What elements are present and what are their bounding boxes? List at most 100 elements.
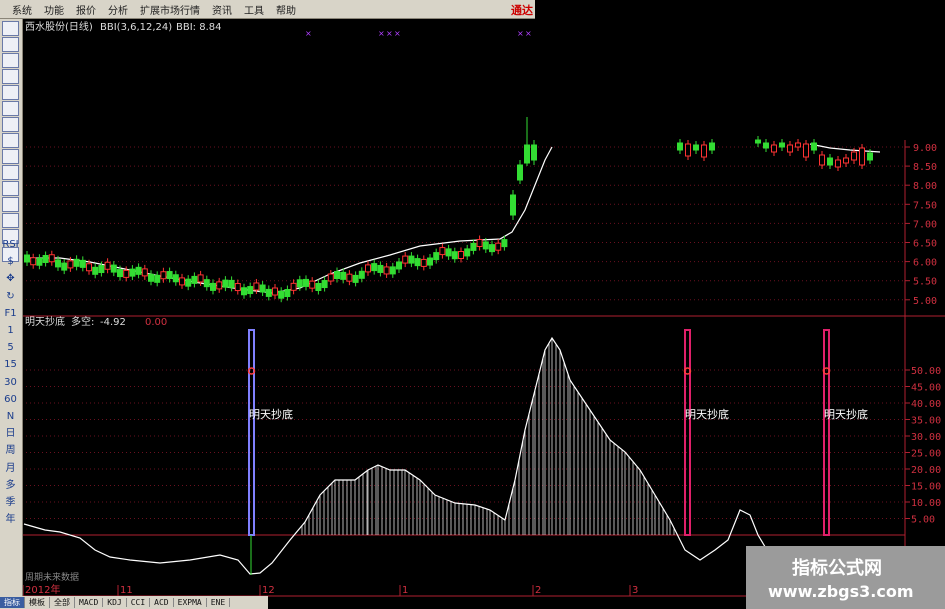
- chart-icon[interactable]: [2, 21, 19, 36]
- candle-body: [98, 265, 105, 274]
- candle-body: [371, 263, 378, 272]
- indicator-tick-label: 35.00: [911, 416, 941, 427]
- candle-body: [458, 250, 464, 259]
- candle-body: [476, 239, 483, 248]
- candle-body: [408, 255, 415, 264]
- toolbar-item[interactable]: N: [2, 409, 19, 424]
- candle-body: [451, 251, 458, 260]
- menu-system[interactable]: 系统: [12, 2, 32, 17]
- candle-body: [110, 264, 117, 273]
- tab-expma[interactable]: EXPMA: [174, 598, 207, 607]
- menu-bar: 系统 功能 报价 分析 扩展市场行情 资讯 工具 帮助 通达: [0, 0, 535, 19]
- price-tick-label: 5.00: [913, 296, 937, 307]
- candle-body: [216, 281, 223, 290]
- tab-all[interactable]: 全部: [50, 597, 75, 608]
- toolbar-item[interactable]: F1: [2, 306, 19, 321]
- tab-kdj[interactable]: KDJ: [103, 598, 127, 607]
- toolbar-item[interactable]: 30: [2, 375, 19, 390]
- candle-body: [501, 239, 508, 248]
- candle-body: [439, 247, 446, 256]
- tab-acd[interactable]: ACD: [150, 598, 174, 607]
- candle-body: [67, 260, 74, 269]
- chart-icon[interactable]: [2, 213, 19, 228]
- price-tick-label: 8.50: [913, 162, 937, 173]
- candle-body: [524, 144, 530, 164]
- indicator-name: BBI(3,6,12,24): [100, 22, 172, 33]
- chart-icon[interactable]: [2, 69, 19, 84]
- x-tick-label: 2012年: [25, 583, 60, 596]
- price-tick-label: 9.00: [913, 143, 937, 154]
- candle-body: [321, 280, 328, 289]
- price-tick-label: 8.00: [913, 181, 937, 192]
- menu-extended-market[interactable]: 扩展市场行情: [140, 2, 200, 17]
- menu-analysis[interactable]: 分析: [108, 2, 128, 17]
- x-tick-label: 3: [632, 585, 638, 596]
- indicator-tick-label: 20.00: [911, 465, 941, 476]
- candle-body: [290, 282, 297, 291]
- candle-body: [303, 278, 309, 287]
- candle-body: [819, 154, 825, 166]
- toolbar-item[interactable]: ↻: [2, 289, 19, 304]
- candle-body: [166, 271, 173, 280]
- metric-label: 多空:: [71, 315, 94, 328]
- tab-macd[interactable]: MACD: [75, 598, 104, 607]
- toolbar-item[interactable]: 多: [2, 478, 19, 493]
- toolbar-item[interactable]: 60: [2, 392, 19, 407]
- menu-tools[interactable]: 工具: [244, 2, 264, 17]
- toolbar-item[interactable]: ✥: [2, 271, 19, 286]
- signal-label: 明天抄底: [249, 407, 293, 421]
- toolbar-item[interactable]: 年: [2, 512, 19, 527]
- chart-icon[interactable]: [2, 181, 19, 196]
- toolbar-item[interactable]: 1: [2, 323, 19, 338]
- toolbar-item[interactable]: 季: [2, 495, 19, 510]
- menu-news[interactable]: 资讯: [212, 2, 232, 17]
- toolbar-item[interactable]: 月: [2, 461, 19, 476]
- menu-help[interactable]: 帮助: [276, 2, 296, 17]
- chart-icon[interactable]: [2, 117, 19, 132]
- candle-body: [851, 151, 857, 161]
- candle-body: [197, 274, 204, 283]
- blank-region: [535, 0, 945, 140]
- candle-body: [154, 274, 161, 283]
- tab-template[interactable]: 模板: [25, 597, 50, 608]
- second-value: 0.00: [145, 317, 167, 328]
- tab-indicator[interactable]: 指标: [0, 597, 25, 608]
- toolbar-item[interactable]: 15: [2, 357, 19, 372]
- chart-icon[interactable]: [2, 165, 19, 180]
- toolbar-item[interactable]: $: [2, 254, 19, 269]
- toolbar-item[interactable]: 周: [2, 443, 19, 458]
- indicator-tick-label: 50.00: [911, 366, 941, 377]
- candle-body: [234, 283, 241, 292]
- chart-icon[interactable]: [2, 53, 19, 68]
- tab-ene[interactable]: ENE: [207, 598, 231, 607]
- menu-quote[interactable]: 报价: [76, 2, 96, 17]
- indicator-tick-label: 40.00: [911, 399, 941, 410]
- chart-icon[interactable]: [2, 149, 19, 164]
- indicator-tick-label: 25.00: [911, 449, 941, 460]
- watermark-title: 指标公式网: [792, 558, 882, 579]
- candle-body: [420, 258, 427, 267]
- candle-body: [309, 280, 316, 289]
- candle-body: [358, 270, 365, 279]
- chart-icon[interactable]: [2, 37, 19, 52]
- toolbar-item[interactable]: 5: [2, 340, 19, 355]
- menu-function[interactable]: 功能: [44, 2, 64, 17]
- chart-icon[interactable]: [2, 197, 19, 212]
- chart-icon[interactable]: [2, 101, 19, 116]
- candle-body: [48, 254, 55, 263]
- toolbar-item[interactable]: 日: [2, 426, 19, 441]
- candle-body: [445, 248, 452, 257]
- candle-body: [433, 252, 440, 261]
- toolbar-item[interactable]: RSI: [2, 237, 19, 252]
- indicator-tick-label: 15.00: [911, 482, 941, 493]
- chart-icon[interactable]: [2, 133, 19, 148]
- price-tick-label: 7.50: [913, 200, 937, 211]
- signal-bar: [248, 329, 255, 536]
- tab-cci[interactable]: CCI: [127, 598, 151, 607]
- left-toolbar: RSI $ ✥ ↻ F1 1 5 15 30 60 N 日周月多季年: [0, 19, 23, 597]
- candle-body: [259, 284, 266, 293]
- candle-body: [835, 159, 841, 168]
- marker-x: ×: [525, 29, 532, 38]
- marker-x: ×: [378, 29, 385, 38]
- chart-icon[interactable]: [2, 85, 19, 100]
